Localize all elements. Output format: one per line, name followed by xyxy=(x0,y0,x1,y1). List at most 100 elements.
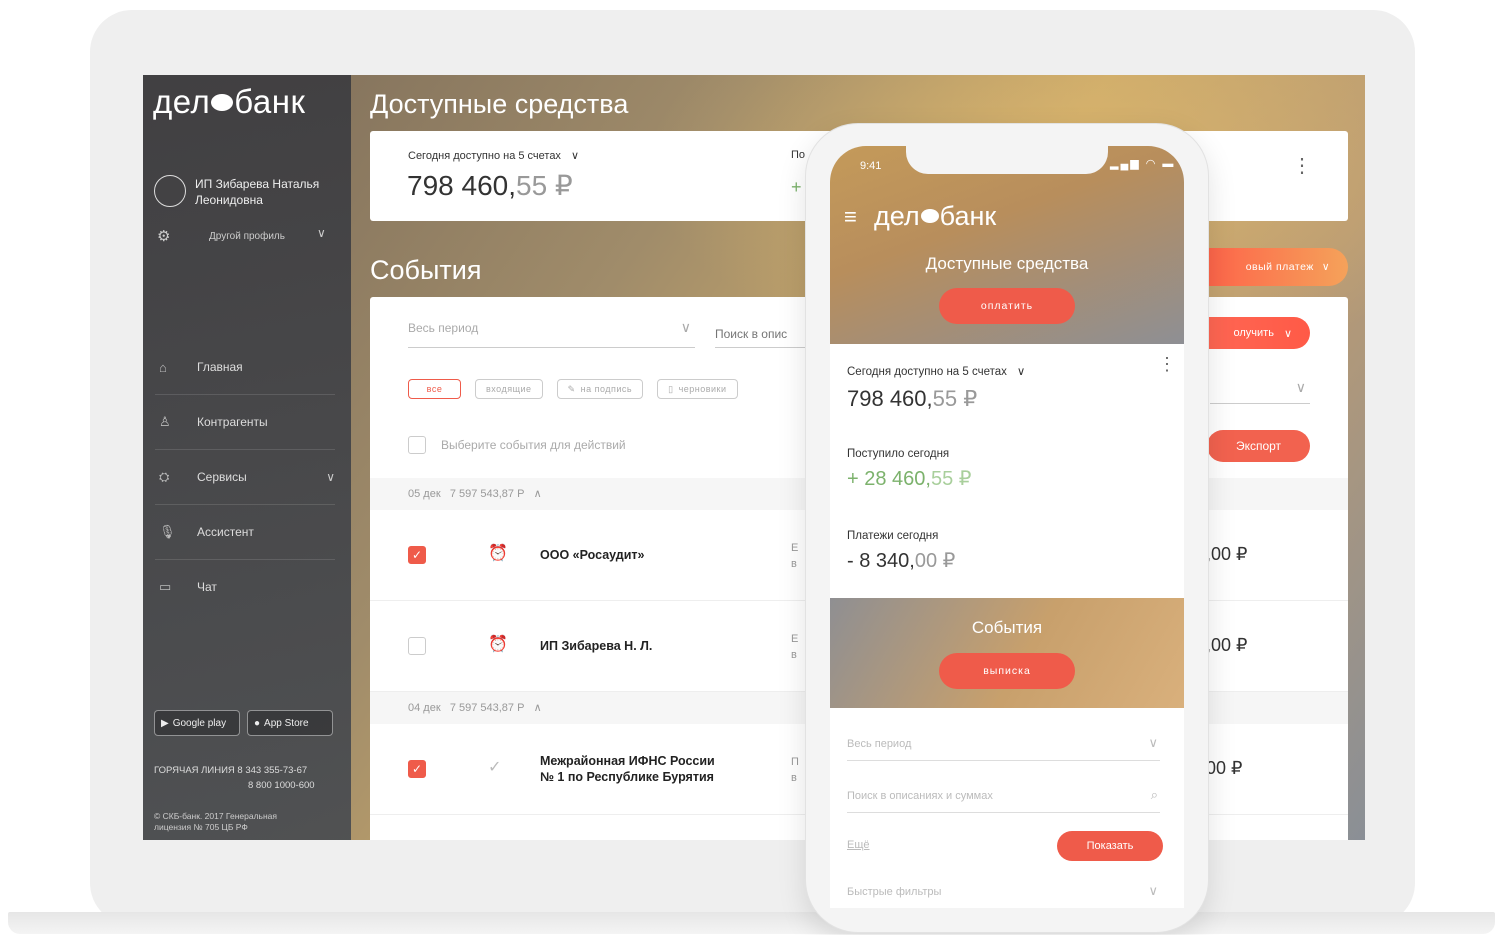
chevron-down-icon: ∨ xyxy=(1148,883,1158,898)
events-title: События xyxy=(971,618,1043,637)
checkmark-icon: ✓ xyxy=(488,759,502,776)
chevron-down-icon: ∨ xyxy=(1148,735,1158,750)
pay-button[interactable]: оплатить xyxy=(939,288,1075,324)
filter-chips: все входящие ✎ на подпись ▯ черновики xyxy=(408,379,738,399)
chevron-down-icon: ∨ xyxy=(570,150,579,162)
more-vertical-icon[interactable]: ⋮ xyxy=(1292,156,1312,176)
sidebar-item-assistant[interactable]: 🎙 Ассистент xyxy=(155,505,335,560)
event-amount: 00 ₽ xyxy=(1206,758,1243,778)
menu-icon[interactable]: ≡ xyxy=(844,204,857,230)
statement-button[interactable]: выписка xyxy=(939,653,1075,689)
user-name[interactable]: ИП Зибарева Наталья Леонидовна xyxy=(195,176,345,208)
document-icon: ▯ xyxy=(668,383,674,394)
select-all[interactable]: Выберите события для действий xyxy=(408,436,626,454)
person-icon: ♙ xyxy=(159,414,171,429)
phone-frame: 9:41 ▂▄▆ ◠ ▬ ≡ дел банк Доступные средств… xyxy=(806,124,1208,932)
filter-all[interactable]: все xyxy=(408,379,461,399)
home-icon: ⌂ xyxy=(159,359,167,375)
event-amount: ,00 ₽ xyxy=(1206,544,1248,564)
app-store-badge[interactable]: ● App Store xyxy=(247,710,333,736)
profile-switch[interactable]: Другой профиль xyxy=(209,231,285,242)
funds-accounts-select[interactable]: Сегодня доступно на 5 счетах ∨ xyxy=(408,149,579,162)
sidebar-item-label: Контрагенты xyxy=(197,415,268,429)
filter-drafts[interactable]: ▯ черновики xyxy=(657,379,738,399)
laptop-base xyxy=(8,912,1495,934)
received-label: Поступило сегодня xyxy=(847,448,950,460)
services-icon: ⛭ xyxy=(159,469,170,484)
phone-screen: 9:41 ▂▄▆ ◠ ▬ ≡ дел банк Доступные средств… xyxy=(830,146,1184,908)
received-value: + 28 460,55 ₽ xyxy=(847,468,972,490)
period-select[interactable]: Весь период ∨ xyxy=(408,319,695,348)
chevron-down-icon: ∨ xyxy=(1283,327,1292,340)
sidebar: дел банк ИП Зибарева Наталья Леонидовна ⚙… xyxy=(143,75,351,840)
sidebar-item-label: Чат xyxy=(197,580,217,594)
select-all-checkbox[interactable] xyxy=(408,436,426,454)
microphone-icon: 🎙 xyxy=(159,524,176,539)
sidebar-item-label: Ассистент xyxy=(197,525,254,539)
payments-value: - 8 340,00 ₽ xyxy=(847,550,956,572)
page-title: Доступные средства xyxy=(370,89,629,119)
clock-icon: ⏰ xyxy=(488,545,508,562)
row-checkbox[interactable] xyxy=(408,637,426,655)
sidebar-item-label: Сервисы xyxy=(197,470,247,484)
search-input[interactable]: Поиск в описаниях и суммах ⌕ xyxy=(847,787,1160,813)
avatar[interactable] xyxy=(154,175,186,207)
funds-title: Доступные средства xyxy=(925,254,1089,273)
quick-filters-select[interactable]: Быстрые фильтры ∨ xyxy=(847,883,1160,908)
chevron-up-icon: ∧ xyxy=(533,488,542,500)
hotline: ГОРЯЧАЯ ЛИНИЯ 8 343 355-73-67 8 800 1000… xyxy=(154,765,315,791)
copyright: © СКБ-банк. 2017 Генеральная лицензия № … xyxy=(154,811,277,832)
chevron-down-icon: ∨ xyxy=(680,319,691,335)
event-amount: ,00 ₽ xyxy=(1206,635,1248,655)
chat-icon: ▭ xyxy=(159,579,172,594)
phone-notch xyxy=(906,146,1108,174)
logo-dot-icon xyxy=(920,208,939,223)
sidebar-item-counterparties[interactable]: ♙ Контрагенты xyxy=(155,395,335,450)
apple-icon: ● xyxy=(254,717,261,729)
counterparty-name: ООО «Росаудит» xyxy=(540,548,645,562)
sidebar-item-label: Главная xyxy=(197,360,243,374)
sidebar-item-chat[interactable]: ▭ Чат xyxy=(155,560,335,614)
more-link[interactable]: Ещё xyxy=(847,839,870,851)
filter-to-sign[interactable]: ✎ на подпись xyxy=(556,379,644,399)
chevron-down-icon: ∨ xyxy=(326,470,335,484)
filter-incoming[interactable]: входящие xyxy=(475,379,543,399)
select-all-label: Выберите события для действий xyxy=(441,438,626,452)
filter-select[interactable]: ∨ xyxy=(1210,379,1310,404)
brand-logo[interactable]: дел банк xyxy=(153,83,305,121)
payments-label: Платежи сегодня xyxy=(847,530,939,542)
clock-icon: ⏰ xyxy=(488,636,508,653)
store-badges: ▶ Google play ● App Store xyxy=(154,710,333,736)
row-checkbox[interactable]: ✓ xyxy=(408,760,426,778)
logo-dot-icon xyxy=(211,93,234,111)
brand-logo: дел банк xyxy=(874,201,997,231)
funds-accounts-select[interactable]: Сегодня доступно на 5 счетах ∨ xyxy=(847,364,1025,378)
more-vertical-icon[interactable]: ⋮ xyxy=(1158,355,1176,373)
received-label: По xyxy=(791,149,806,161)
play-icon: ▶ xyxy=(161,717,169,729)
export-button[interactable]: Экспорт xyxy=(1207,430,1310,462)
counterparty-name: Межрайонная ИФНС России № 1 по Республике… xyxy=(540,754,715,784)
search-icon: ⌕ xyxy=(1150,787,1158,802)
chevron-down-icon: ∨ xyxy=(1321,261,1330,273)
sidebar-item-services[interactable]: ⛭ Сервисы ∨ xyxy=(155,450,335,505)
status-time: 9:41 xyxy=(860,160,882,172)
chevron-up-icon: ∧ xyxy=(533,702,542,714)
received-value: + xyxy=(791,177,802,197)
funds-value: 798 460,55 ₽ xyxy=(847,386,978,411)
pen-icon: ✎ xyxy=(567,383,576,394)
events-title: События xyxy=(370,255,482,285)
sidebar-nav: ⌂ Главная ♙ Контрагенты ⛭ Сервисы ∨ 🎙 Ас… xyxy=(155,340,335,614)
signal-wifi-battery-icon: ▂▄▆ ◠ ▬ xyxy=(1110,158,1176,170)
row-checkbox[interactable]: ✓ xyxy=(408,546,426,564)
chevron-down-icon[interactable]: ∨ xyxy=(317,226,326,240)
gear-icon[interactable]: ⚙ xyxy=(157,227,170,245)
show-button[interactable]: Показать xyxy=(1057,831,1163,861)
chevron-down-icon: ∨ xyxy=(1016,366,1026,378)
google-play-badge[interactable]: ▶ Google play xyxy=(154,710,240,736)
funds-value: 798 460,55 ₽ xyxy=(407,170,573,201)
counterparty-name: ИП Зибарева Н. Л. xyxy=(540,639,653,653)
period-select[interactable]: Весь период ∨ xyxy=(847,735,1160,761)
sidebar-item-home[interactable]: ⌂ Главная xyxy=(155,340,335,395)
chevron-down-icon: ∨ xyxy=(1295,379,1306,395)
